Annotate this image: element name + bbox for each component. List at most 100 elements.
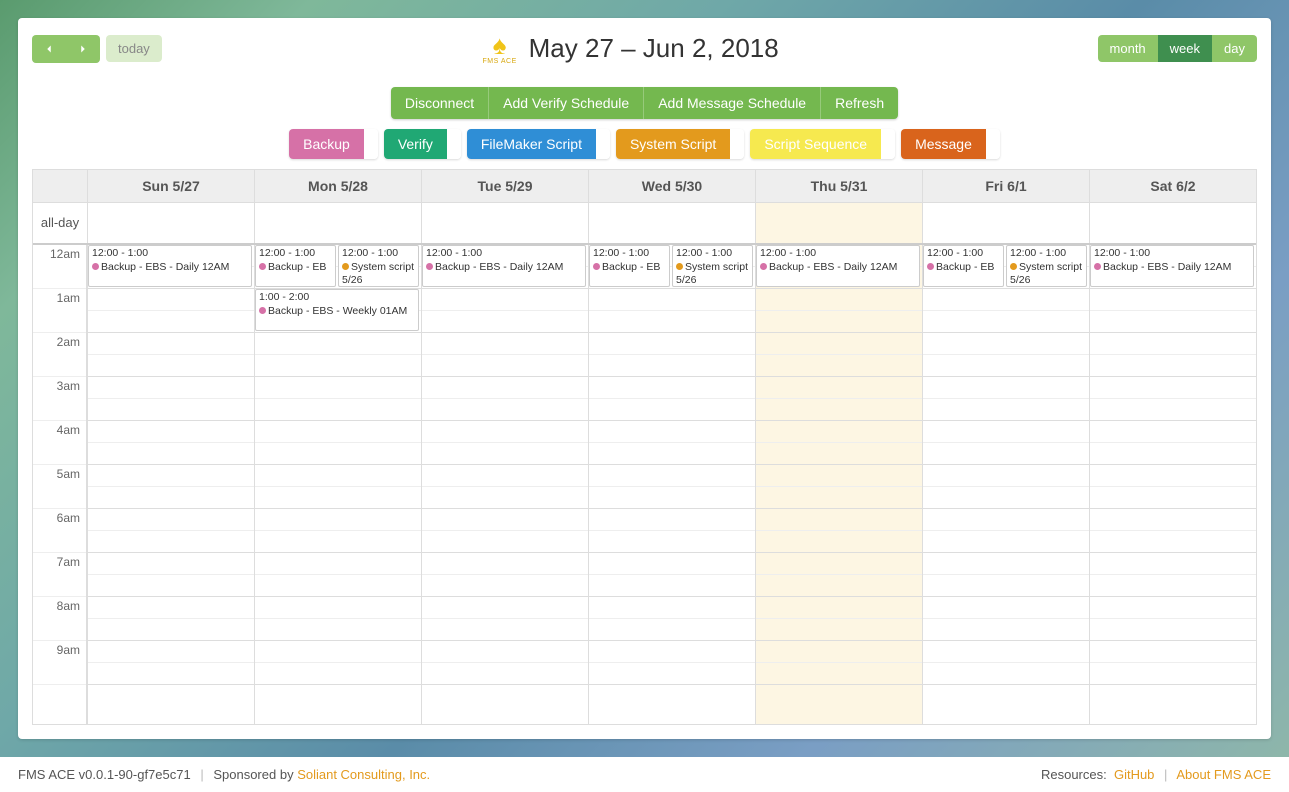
filter-label[interactable]: System Script: [616, 129, 730, 159]
filter-toggle[interactable]: [596, 129, 610, 159]
day-header: Tue 5/29: [421, 170, 588, 202]
hour-label: 6am: [33, 509, 86, 553]
event-time: 12:00 - 1:00: [927, 247, 1000, 261]
allday-cell[interactable]: [254, 203, 421, 243]
nav-arrows: [32, 35, 100, 63]
calendar-event[interactable]: 12:00 - 1:00Backup - EBS - Daily 12AM: [422, 245, 586, 287]
event-dot-icon: [760, 263, 767, 270]
filter-label[interactable]: Script Sequence: [750, 129, 881, 159]
event-time: 12:00 - 1:00: [760, 247, 916, 261]
view-day[interactable]: day: [1212, 35, 1257, 62]
day-header: Thu 5/31: [755, 170, 922, 202]
event-time: 12:00 - 1:00: [1094, 247, 1250, 261]
calendar-event[interactable]: 12:00 - 1:00Backup - EBS - Daily 12AM: [756, 245, 920, 287]
day-column[interactable]: 12:00 - 1:00Backup - EB12:00 - 1:00Syste…: [588, 245, 755, 724]
toolbar-add-message-schedule[interactable]: Add Message Schedule: [644, 87, 821, 119]
filter-toggle[interactable]: [986, 129, 1000, 159]
event-title: Backup - EB: [593, 261, 666, 275]
day-header: Mon 5/28: [254, 170, 421, 202]
day-header: Sun 5/27: [87, 170, 254, 202]
allday-cell[interactable]: [588, 203, 755, 243]
logo-text: FMS ACE: [481, 58, 519, 65]
event-time: 1:00 - 2:00: [259, 291, 415, 305]
event-dot-icon: [593, 263, 600, 270]
calendar-event[interactable]: 12:00 - 1:00Backup - EB: [923, 245, 1004, 287]
day-column[interactable]: 12:00 - 1:00Backup - EB12:00 - 1:00Syste…: [922, 245, 1089, 724]
event-dot-icon: [927, 263, 934, 270]
day-header: Sat 6/2: [1089, 170, 1256, 202]
footer: FMS ACE v0.0.1-90-gf7e5c71 | Sponsored b…: [0, 757, 1289, 792]
allday-cell[interactable]: [922, 203, 1089, 243]
filter-label[interactable]: FileMaker Script: [467, 129, 596, 159]
sponsor-link[interactable]: Soliant Consulting, Inc.: [297, 767, 430, 782]
calendar-event[interactable]: 12:00 - 1:00Backup - EB: [589, 245, 670, 287]
prev-button[interactable]: [32, 35, 66, 63]
sponsored-label: Sponsored by: [213, 767, 297, 782]
time-axis: 12am1am2am3am4am5am6am7am8am9am: [33, 245, 87, 724]
calendar-event[interactable]: 12:00 - 1:00System script 5/26: [672, 245, 753, 287]
action-toolbar: DisconnectAdd Verify ScheduleAdd Message…: [391, 87, 898, 119]
day-column[interactable]: 12:00 - 1:00Backup - EBS - Daily 12AM: [421, 245, 588, 724]
day-column[interactable]: 12:00 - 1:00Backup - EBS - Daily 12AM: [1089, 245, 1256, 724]
event-title: System script 5/26: [676, 261, 749, 287]
hour-label: 5am: [33, 465, 86, 509]
filter-script-sequence: Script Sequence: [750, 129, 895, 159]
event-dot-icon: [676, 263, 683, 270]
event-time: 12:00 - 1:00: [593, 247, 666, 261]
page-title-wrap: ♠ FMS ACE May 27 – Jun 2, 2018: [481, 32, 779, 65]
allday-cell[interactable]: [1089, 203, 1256, 243]
day-column[interactable]: 12:00 - 1:00Backup - EBS - Daily 12AM: [755, 245, 922, 724]
allday-label: all-day: [33, 203, 87, 243]
chevron-right-icon: [76, 42, 90, 56]
event-time: 12:00 - 1:00: [1010, 247, 1083, 261]
calendar-event[interactable]: 12:00 - 1:00System script 5/26: [1006, 245, 1087, 287]
event-title: Backup - EBS - Daily 12AM: [92, 261, 248, 275]
allday-cell[interactable]: [421, 203, 588, 243]
hour-label: 2am: [33, 333, 86, 377]
time-grid[interactable]: 12am1am2am3am4am5am6am7am8am9am 12:00 - …: [33, 245, 1256, 724]
calendar-event[interactable]: 12:00 - 1:00Backup - EBS - Daily 12AM: [88, 245, 252, 287]
toolbar-refresh[interactable]: Refresh: [821, 87, 898, 119]
filter-row: Backup Verify FileMaker Script System Scrip…: [32, 129, 1257, 159]
calendar-event[interactable]: 1:00 - 2:00Backup - EBS - Weekly 01AM: [255, 289, 419, 331]
calendar-event[interactable]: 12:00 - 1:00Backup - EBS - Daily 12AM: [1090, 245, 1254, 287]
filter-toggle[interactable]: [364, 129, 378, 159]
filter-backup: Backup: [289, 129, 378, 159]
filter-message: Message: [901, 129, 1000, 159]
calendar-event[interactable]: 12:00 - 1:00Backup - EB: [255, 245, 336, 287]
github-link[interactable]: GitHub: [1114, 767, 1154, 782]
allday-cell[interactable]: [755, 203, 922, 243]
toolbar-disconnect[interactable]: Disconnect: [391, 87, 489, 119]
filter-toggle[interactable]: [447, 129, 461, 159]
event-dot-icon: [1094, 263, 1101, 270]
allday-row: all-day: [33, 203, 1256, 245]
filter-system-script: System Script: [616, 129, 744, 159]
event-title: Backup - EB: [259, 261, 332, 275]
filter-label[interactable]: Message: [901, 129, 986, 159]
version-text: FMS ACE v0.0.1-90-gf7e5c71: [18, 767, 191, 782]
hour-label: 12am: [33, 245, 86, 289]
event-title: Backup - EBS - Daily 12AM: [760, 261, 916, 275]
day-column[interactable]: 12:00 - 1:00Backup - EB12:00 - 1:00Syste…: [254, 245, 421, 724]
event-dot-icon: [342, 263, 349, 270]
spade-icon: ♠: [481, 32, 519, 58]
today-button[interactable]: today: [106, 35, 162, 62]
event-title: Backup - EBS - Daily 12AM: [426, 261, 582, 275]
day-header: Wed 5/30: [588, 170, 755, 202]
view-month[interactable]: month: [1098, 35, 1158, 62]
allday-cell[interactable]: [87, 203, 254, 243]
filter-label[interactable]: Backup: [289, 129, 364, 159]
next-button[interactable]: [66, 35, 100, 63]
view-week[interactable]: week: [1158, 35, 1212, 62]
about-link[interactable]: About FMS ACE: [1176, 767, 1271, 782]
filter-toggle[interactable]: [881, 129, 895, 159]
calendar-event[interactable]: 12:00 - 1:00System script 5/26: [338, 245, 419, 287]
day-column[interactable]: 12:00 - 1:00Backup - EBS - Daily 12AM: [87, 245, 254, 724]
filter-toggle[interactable]: [730, 129, 744, 159]
toolbar-add-verify-schedule[interactable]: Add Verify Schedule: [489, 87, 644, 119]
filter-label[interactable]: Verify: [384, 129, 447, 159]
event-title: Backup - EB: [927, 261, 1000, 275]
hour-label: 8am: [33, 597, 86, 641]
event-time: 12:00 - 1:00: [259, 247, 332, 261]
event-time: 12:00 - 1:00: [426, 247, 582, 261]
